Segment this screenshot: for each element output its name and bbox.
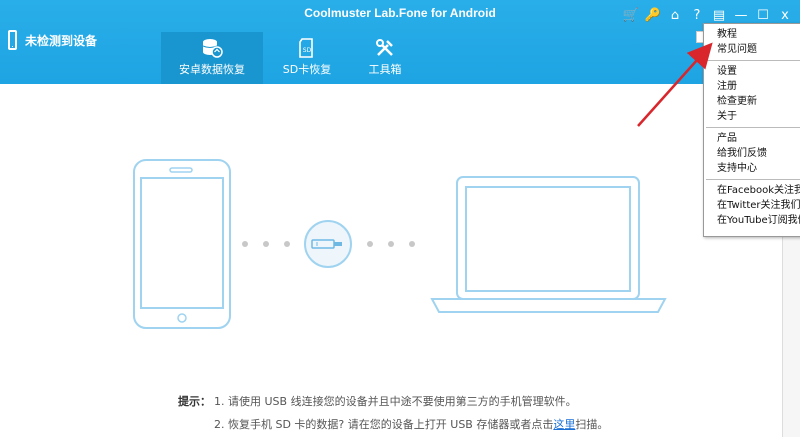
tab-label: 工具箱	[368, 63, 402, 76]
menu-item-youtube[interactable]: 在YouTube订阅我们	[704, 213, 800, 228]
device-status-label: 未检测到设备	[25, 33, 98, 48]
maximize-icon[interactable]: ☐	[754, 8, 772, 23]
menu-item-check-update[interactable]: 检查更新	[704, 94, 800, 109]
menu-item-register[interactable]: 注册	[704, 79, 800, 94]
database-restore-icon	[161, 37, 263, 59]
key-icon[interactable]: 🔑	[644, 8, 662, 23]
menu-item-tutorial[interactable]: 教程	[704, 27, 800, 42]
tips-panel: 提示： 1. 请使用 USB 线连接您的设备并且中途不要使用第三方的手机管理软件。…	[178, 390, 608, 436]
connect-illustration	[133, 159, 667, 329]
close-icon[interactable]: x	[776, 8, 794, 23]
window-controls: 🛒 🔑 ⌂ ? ▤ — ☐ x	[622, 8, 794, 23]
usb-cable-icon	[304, 220, 352, 268]
tab-label: 安卓数据恢复	[179, 63, 245, 76]
phone-icon	[8, 30, 17, 50]
help-dropdown-menu: 教程 常见问题 设置 注册 检查更新 关于 产品 给我们反馈 支持中心 在Fac…	[703, 23, 800, 237]
home-icon[interactable]: ⌂	[666, 8, 684, 23]
svg-text:SD: SD	[303, 47, 312, 54]
menu-item-settings[interactable]: 设置	[704, 64, 800, 79]
scan-here-link[interactable]: 这里	[553, 418, 575, 431]
laptop-illustration-icon	[430, 176, 667, 313]
menu-item-products[interactable]: 产品	[704, 131, 800, 146]
menu-item-about[interactable]: 关于	[704, 109, 800, 124]
menu-separator	[706, 127, 800, 128]
menu-item-twitter[interactable]: 在Twitter关注我们	[704, 198, 800, 213]
main-content	[0, 84, 782, 437]
minimize-icon[interactable]: —	[732, 8, 750, 23]
feedback-icon[interactable]: ▤	[710, 8, 728, 23]
tab-android-recovery[interactable]: 安卓数据恢复	[161, 32, 263, 84]
device-status: 未检测到设备	[8, 30, 97, 50]
tools-icon	[334, 37, 436, 59]
menu-item-facebook[interactable]: 在Facebook关注我们	[704, 183, 800, 198]
phone-illustration-icon	[133, 159, 231, 329]
tip-line-2: 2. 恢复手机 SD 卡的数据? 请在您的设备上打开 USB 存储器或者点击这里…	[214, 418, 609, 431]
menu-item-support[interactable]: 支持中心	[704, 161, 800, 176]
tips-label: 提示：	[178, 395, 211, 408]
tab-toolbox[interactable]: 工具箱	[334, 32, 436, 84]
cart-icon[interactable]: 🛒	[622, 8, 640, 23]
tip-line-1: 提示： 1. 请使用 USB 线连接您的设备并且中途不要使用第三方的手机管理软件。	[178, 390, 608, 413]
help-icon[interactable]: ?	[688, 8, 706, 23]
menu-item-faq[interactable]: 常见问题	[704, 42, 800, 57]
title-bar: Coolmuster Lab.Fone for Android 未检测到设备 安…	[0, 0, 800, 84]
menu-item-feedback[interactable]: 给我们反馈	[704, 146, 800, 161]
menu-separator	[706, 60, 800, 61]
menu-separator	[706, 179, 800, 180]
